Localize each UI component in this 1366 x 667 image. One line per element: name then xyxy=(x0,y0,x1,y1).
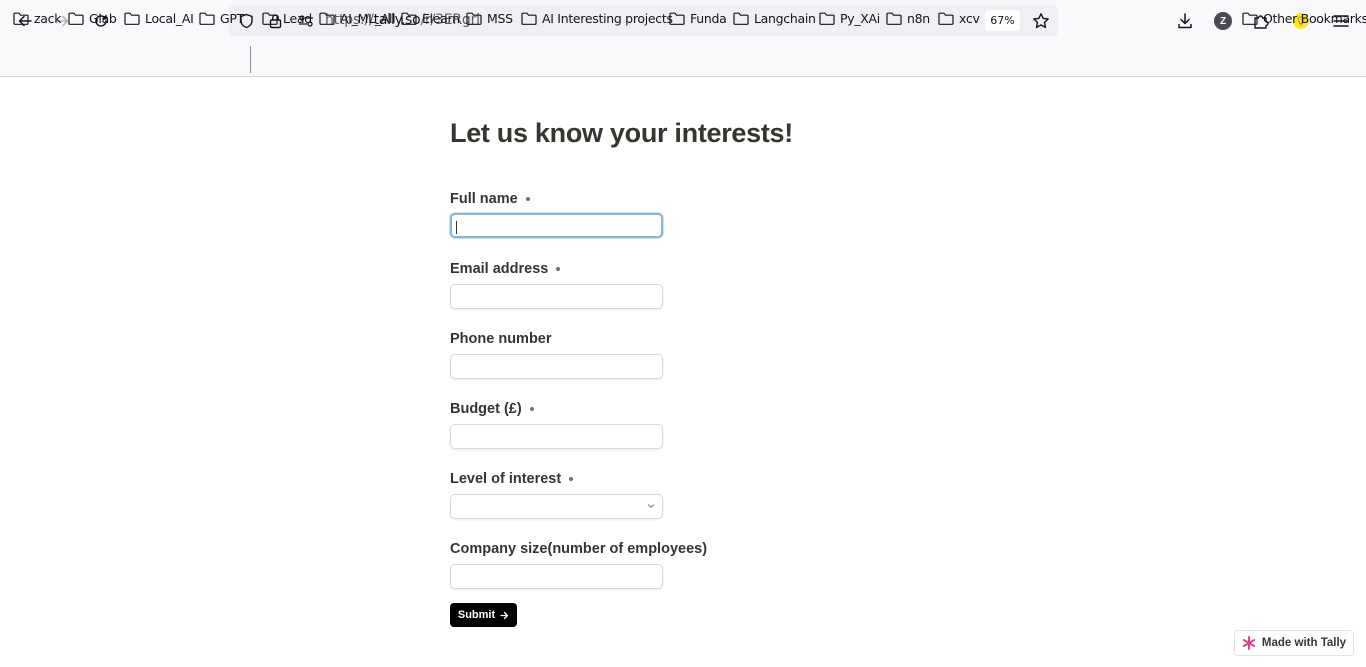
level-of-interest-label: Level of interest xyxy=(450,471,574,487)
bookmark-folder[interactable]: AI Interesting projects xyxy=(521,8,673,28)
tally-form: Let us know your interests! Full name Em… xyxy=(450,77,910,637)
required-marker xyxy=(569,477,574,481)
email-address-input[interactable] xyxy=(450,284,663,309)
bookmark-folder[interactable]: Local_AI xyxy=(124,8,194,28)
company-size-input[interactable] xyxy=(450,564,663,589)
folder-icon xyxy=(1242,12,1258,25)
text-caret xyxy=(456,221,457,234)
folder-icon xyxy=(886,12,902,25)
bookmark-star-icon[interactable] xyxy=(1030,10,1052,32)
required-marker xyxy=(556,267,561,271)
phone-number-label: Phone number xyxy=(450,331,552,347)
bookmark-folder[interactable]: Py_XAi xyxy=(819,8,880,28)
bookmark-folder[interactable]: GPT xyxy=(199,8,244,28)
bookmark-folder[interactable]: Langchain xyxy=(733,8,816,28)
folder-icon xyxy=(733,12,749,25)
bookmark-folder[interactable]: n8n xyxy=(886,8,930,28)
bookmark-folder[interactable]: Funda xyxy=(669,8,727,28)
folder-icon xyxy=(669,12,685,25)
folder-icon xyxy=(319,12,335,25)
arrow-right-icon xyxy=(500,611,509,619)
email-address-label: Email address xyxy=(450,261,561,277)
other-bookmarks-folder[interactable]: Other Bookmarks xyxy=(1242,8,1366,28)
folder-icon xyxy=(466,12,482,25)
folder-icon xyxy=(938,12,954,25)
folder-icon xyxy=(68,12,84,25)
folder-icon xyxy=(521,12,537,25)
bookmark-folder[interactable]: MSS xyxy=(466,8,513,28)
submit-button[interactable]: Submit xyxy=(450,603,517,627)
downloads-icon[interactable] xyxy=(1173,9,1197,33)
budget-input[interactable] xyxy=(450,424,663,449)
profile-initial: Z xyxy=(1214,12,1232,30)
form-title: Let us know your interests! xyxy=(450,118,793,148)
zoom-level[interactable]: 67% xyxy=(985,10,1020,31)
made-with-tally-badge[interactable]: Made with Tally xyxy=(1234,630,1354,656)
budget-label: Budget (£) xyxy=(450,401,534,417)
bookmark-folder[interactable]: Glab xyxy=(68,8,117,28)
folder-icon xyxy=(262,12,278,25)
full-name-input[interactable] xyxy=(450,213,663,238)
bookmark-folder[interactable]: zack xyxy=(13,8,61,28)
company-size-label: Company size(number of employees) xyxy=(450,541,708,557)
folder-icon xyxy=(13,12,29,25)
folder-icon xyxy=(199,12,215,25)
bookmark-folder[interactable]: xcv xyxy=(938,8,980,28)
bookmark-folder[interactable]: Lead xyxy=(262,8,312,28)
required-marker xyxy=(529,407,534,411)
tally-asterisk-icon xyxy=(1242,636,1256,650)
bookmarks-bar xyxy=(0,42,1366,77)
chevron-down-icon xyxy=(647,504,655,509)
profile-avatar[interactable]: Z xyxy=(1211,9,1235,33)
folder-icon xyxy=(819,12,835,25)
phone-number-input[interactable] xyxy=(450,354,663,379)
folder-icon xyxy=(124,12,140,25)
folder-icon xyxy=(401,12,417,25)
required-marker xyxy=(525,197,530,201)
full-name-label: Full name xyxy=(450,191,530,207)
bookmark-folder[interactable]: Elearn xyxy=(401,8,460,28)
bookmark-folder[interactable]: AI_ML_All xyxy=(319,8,396,28)
level-of-interest-select[interactable] xyxy=(450,494,663,519)
bookmark-separator xyxy=(250,46,251,73)
